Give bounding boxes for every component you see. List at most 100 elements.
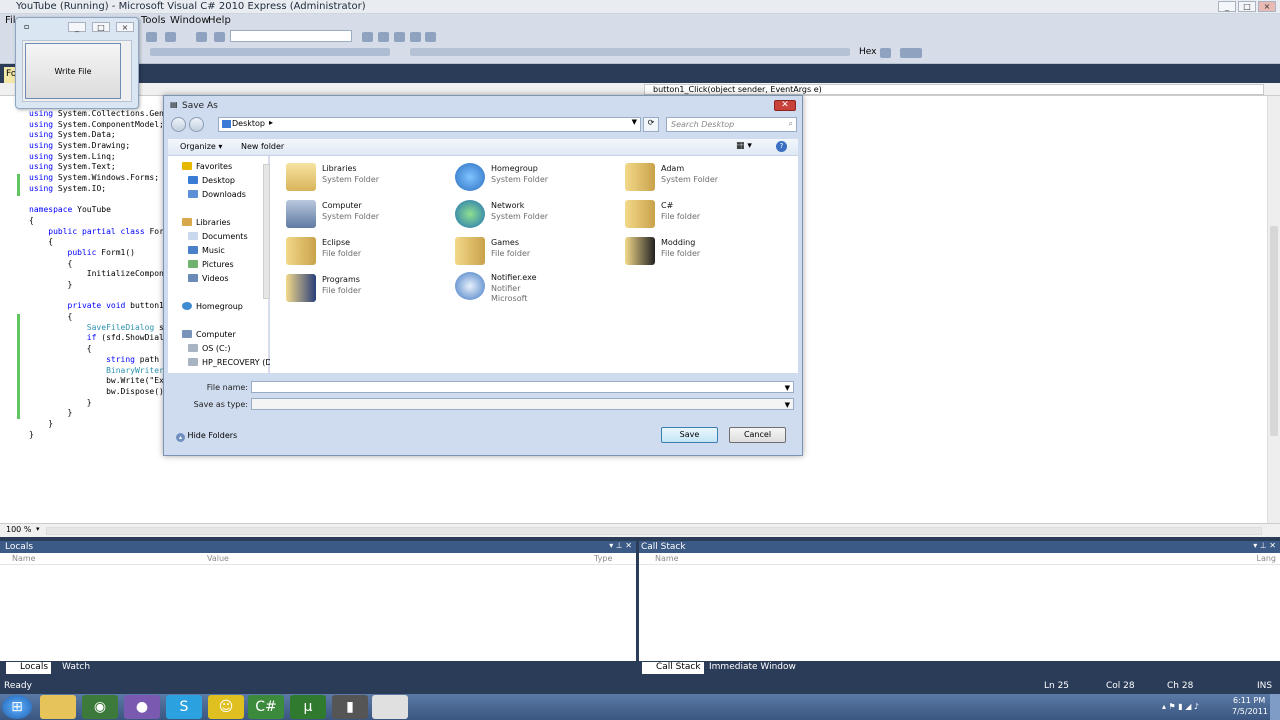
dialog-close-button[interactable]: ✕ [774,100,796,111]
chevron-down-icon[interactable]: ▼ [632,118,637,126]
nav-libraries[interactable]: Libraries [182,218,231,227]
list-item[interactable]: Network System Folder [455,198,615,232]
chevron-down-icon[interactable]: ▼ [785,384,790,392]
list-item[interactable]: Modding File folder [625,235,785,269]
callstack-list[interactable] [639,565,1280,661]
minimize-button[interactable]: _ [1218,1,1236,12]
pane-controls[interactable]: ▾ ⊥ ✕ [1253,541,1276,550]
tab-watch[interactable]: Watch [48,662,93,674]
step-out-icon[interactable] [425,32,436,42]
stack-icon[interactable] [880,48,891,58]
editor-horizontal-scrollbar[interactable] [46,527,1262,535]
undo-icon[interactable] [146,32,157,42]
nav-favorites[interactable]: Favorites [182,162,232,171]
csharp-icon[interactable]: C# [248,695,284,719]
debug-toolbar[interactable] [410,48,850,56]
nav-downloads[interactable]: Downloads [188,190,246,199]
scroll-thumb[interactable] [1270,226,1278,436]
chrome-icon[interactable]: ◉ [82,695,118,719]
tray-icons[interactable]: ▴ ⚑ ▮ ◢ ♪ [1162,702,1199,711]
list-item[interactable]: Notifier.exe Notifier Microsoft [455,270,615,308]
nav-scrollbar[interactable] [263,164,270,299]
output-icon[interactable] [900,48,922,58]
refresh-icon[interactable]: ⟳ [643,117,659,132]
nav-videos[interactable]: Videos [188,274,229,283]
solution-config-dropdown[interactable] [230,30,352,42]
new-folder-button[interactable]: New folder [241,142,284,151]
save-button[interactable]: Save [661,427,718,443]
list-item[interactable]: Homegroup System Folder [455,161,615,195]
chevron-down-icon[interactable]: ▾ [36,525,40,533]
locals-list[interactable] [0,565,636,661]
cancel-button[interactable]: Cancel [729,427,786,443]
nav-computer[interactable]: Computer [182,330,236,339]
chevron-down-icon[interactable]: ▼ [785,401,790,409]
nav-documents[interactable]: Documents [188,232,248,241]
form-app-icon[interactable] [372,695,408,719]
maximize-button[interactable]: □ [92,22,110,32]
search-input[interactable]: Search Desktop ⌕ [666,117,797,132]
list-item[interactable]: Libraries System Folder [286,161,446,195]
member-dropdown[interactable]: button1_Click(object sender, EventArgs e… [644,84,1264,95]
zoom-level[interactable]: 100 % [6,525,31,534]
organize-button[interactable]: Organize ▾ [180,142,222,151]
navigate-icon[interactable] [196,32,207,42]
app-icon[interactable]: ▮ [332,695,368,719]
nav-desktop[interactable]: Desktop [188,176,235,185]
list-item[interactable]: Eclipse File folder [286,235,446,269]
redo-icon[interactable] [165,32,176,42]
skype-icon[interactable]: S [166,695,202,719]
back-button[interactable] [171,117,186,132]
minimize-button[interactable]: _ [68,22,86,32]
tab-locals[interactable]: Locals [6,662,52,674]
column-name[interactable]: Name [12,554,36,563]
nav-pictures[interactable]: Pictures [188,260,234,269]
list-item[interactable]: Adam System Folder [625,161,785,195]
editor-vertical-scrollbar[interactable] [1267,96,1280,523]
debug-icon[interactable] [362,32,373,42]
column-type[interactable]: Type [594,554,612,563]
breakpoint-icon[interactable] [378,32,389,42]
column-name[interactable]: Name [655,554,679,563]
column-lang[interactable]: Lang [1256,554,1276,563]
list-item[interactable]: Computer System Folder [286,198,446,232]
hide-folders-toggle[interactable]: ▴ Hide Folders [176,431,237,442]
menu-help[interactable]: Help [208,15,231,26]
explorer-icon[interactable] [40,695,76,719]
file-list[interactable]: Libraries System Folder Homegroup System F… [270,156,798,373]
menu-window[interactable]: Window [170,15,209,26]
close-button[interactable]: × [1258,1,1276,12]
file-name-input[interactable]: ▼ [251,381,794,393]
search-icon[interactable]: ⌕ [789,119,793,129]
clock-time[interactable]: 6:11 PM [1233,696,1265,705]
pane-controls[interactable]: ▾ ⊥ ✕ [609,541,632,550]
menu-tools[interactable]: Tools [141,15,166,26]
start-button[interactable]: ⊞ [2,695,32,719]
clock-date[interactable]: 7/5/2011 [1232,707,1268,716]
maximize-button[interactable]: □ [1238,1,1256,12]
step-over-icon[interactable] [410,32,421,42]
utorrent-icon[interactable]: µ [290,695,326,719]
help-icon[interactable]: ? [776,141,787,152]
nav-music[interactable]: Music [188,246,225,255]
tab-immediate-window[interactable]: Immediate Window [695,662,799,674]
save-as-type-select[interactable]: ▼ [251,398,794,410]
list-item[interactable]: C# File folder [625,198,785,232]
torrent-icon[interactable]: ● [124,695,160,719]
forward-button[interactable] [189,117,204,132]
nav-os-c[interactable]: OS (C:) [188,344,230,353]
list-item[interactable]: Games File folder [455,235,615,269]
write-file-button[interactable]: Write File [25,43,121,99]
aim-icon[interactable]: ☺ [208,695,244,719]
step-icon[interactable] [394,32,405,42]
address-segment[interactable]: Desktop [232,119,265,128]
list-item[interactable]: Programs File folder [286,272,446,306]
show-desktop-button[interactable] [1270,694,1280,720]
find-icon[interactable] [214,32,225,42]
hex-toggle[interactable]: Hex [859,47,876,57]
chevron-right-icon[interactable]: ▸ [269,118,273,127]
address-bar[interactable]: Desktop ▸ ▼ [218,117,641,132]
nav-homegroup[interactable]: Homegroup [182,302,243,311]
nav-hp-recovery[interactable]: HP_RECOVERY (D [188,358,271,367]
close-button[interactable]: × [116,22,134,32]
